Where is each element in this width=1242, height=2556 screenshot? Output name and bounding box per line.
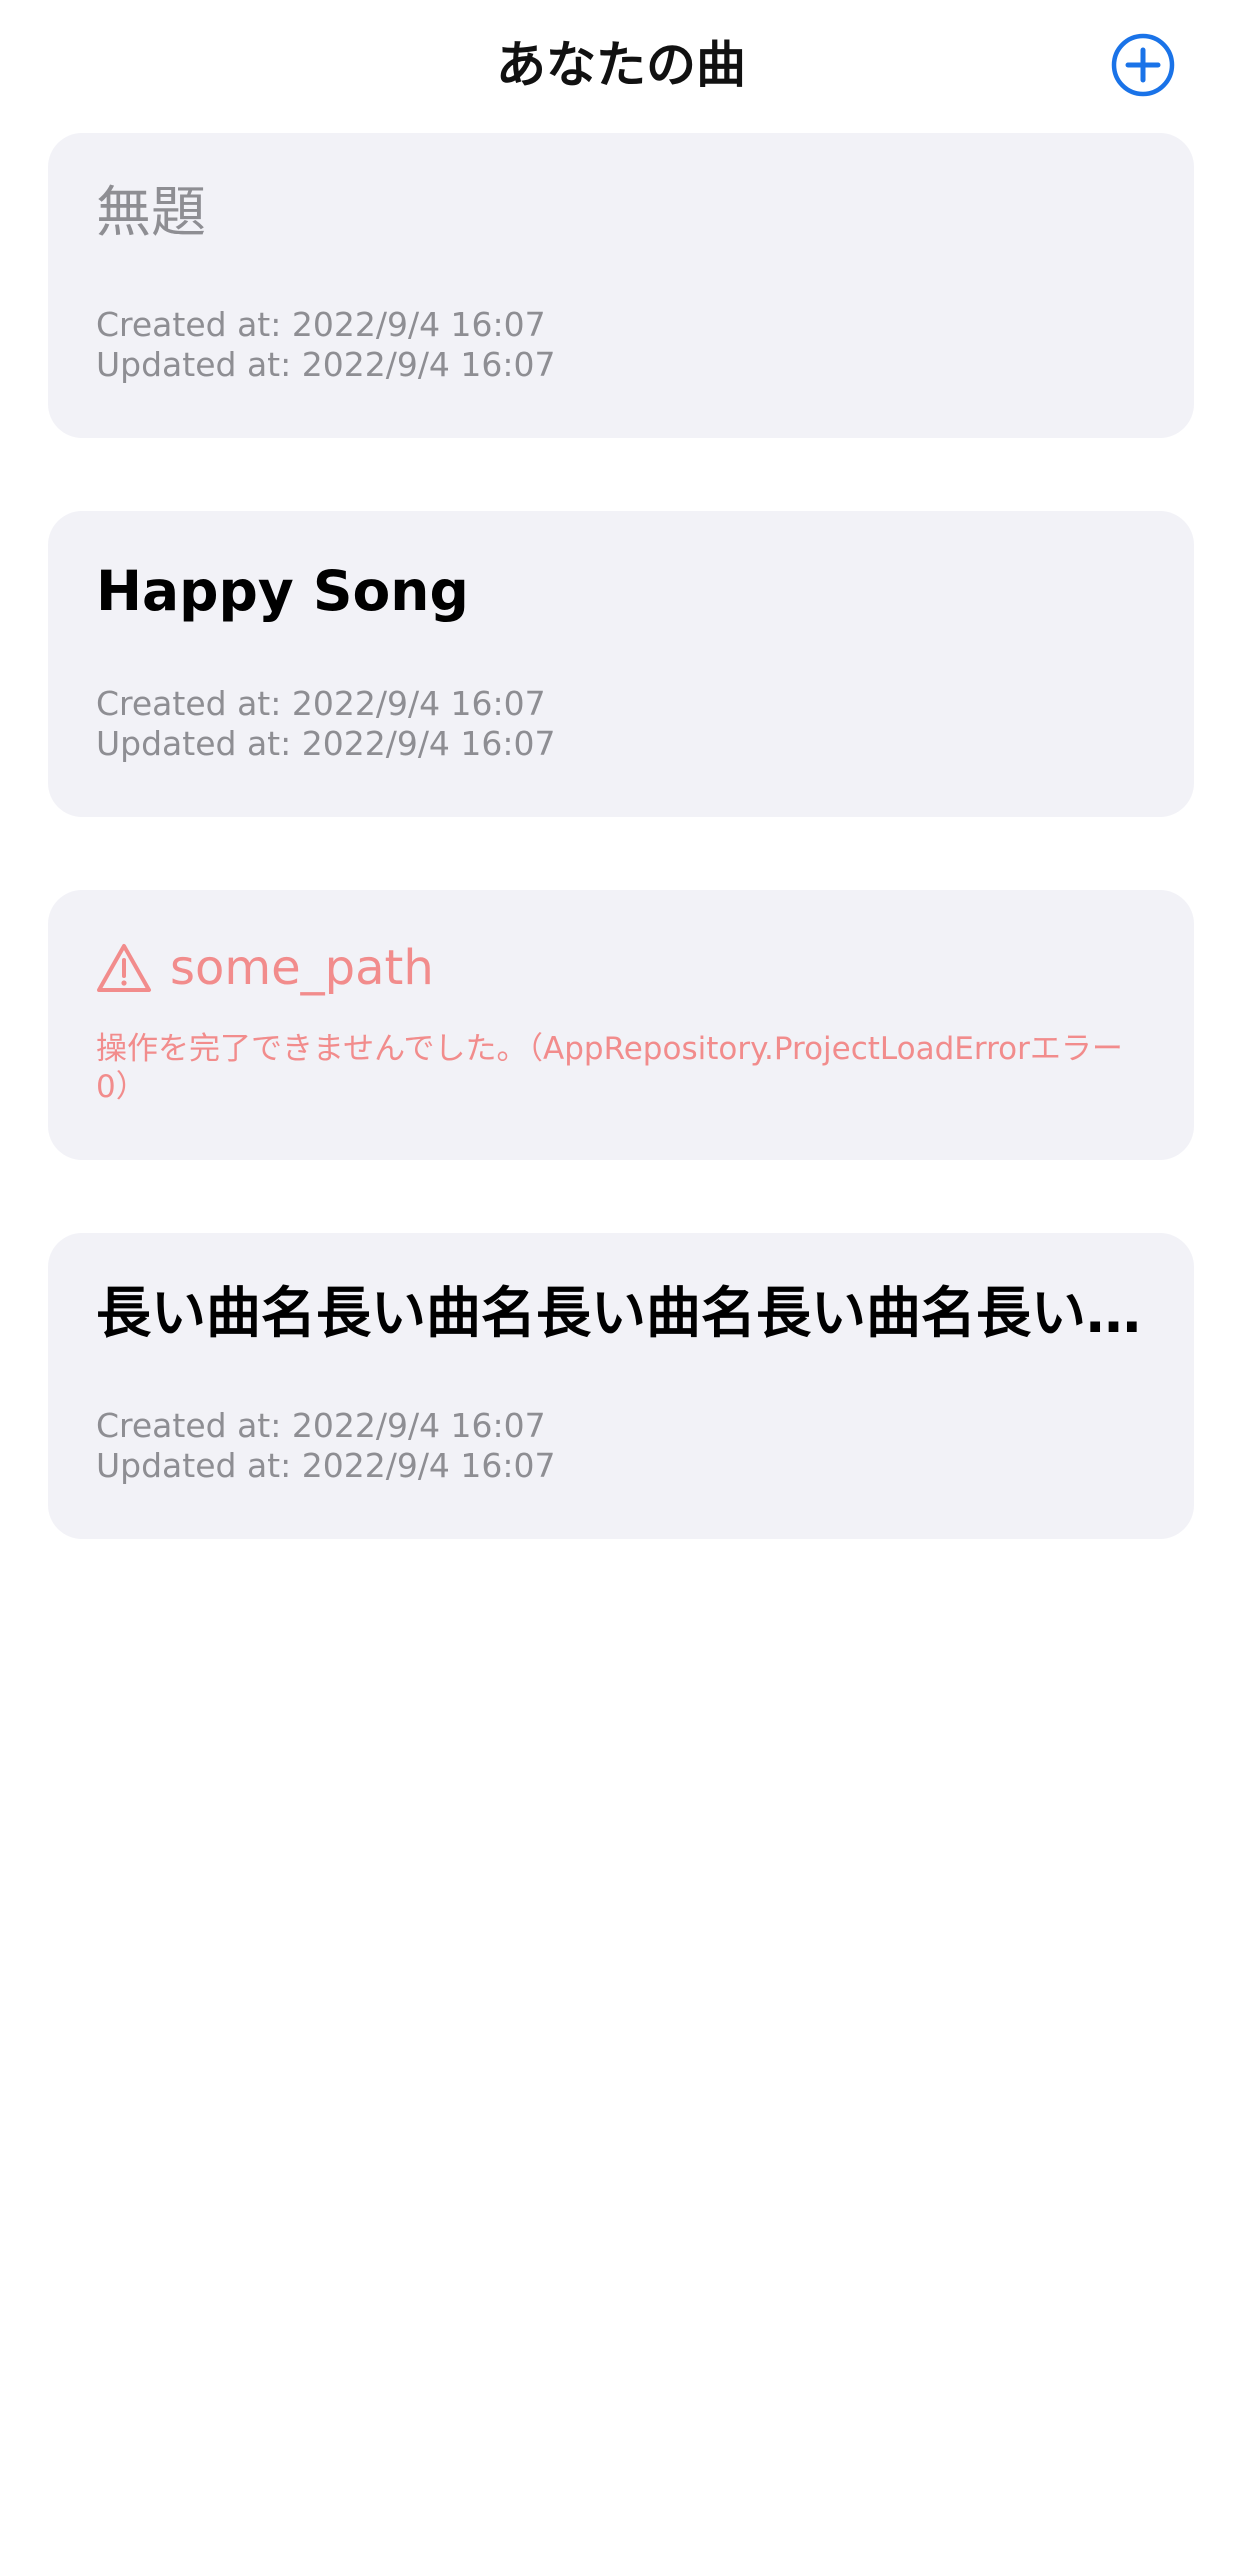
song-title: Happy Song — [96, 559, 469, 623]
error-path: some_path — [170, 940, 434, 996]
error-song-card[interactable]: some_path 操作を完了できませんでした。（AppRepository.P… — [48, 890, 1194, 1160]
created-at: Created at: 2022/9/4 16:07 — [96, 684, 546, 723]
add-song-button[interactable] — [1111, 33, 1175, 97]
warning-triangle-icon — [96, 942, 152, 994]
song-title: 長い曲名長い曲名長い曲名長い曲名長い… — [96, 1281, 1142, 1345]
song-card[interactable]: 長い曲名長い曲名長い曲名長い曲名長い… Created at: 2022/9/4… — [48, 1233, 1194, 1539]
song-dates: Created at: 2022/9/4 16:07 Updated at: 2… — [96, 305, 1146, 385]
page-title: あなたの曲 — [496, 36, 746, 94]
song-card[interactable]: 無題 Created at: 2022/9/4 16:07 Updated at… — [48, 133, 1194, 438]
updated-at: Updated at: 2022/9/4 16:07 — [96, 724, 556, 763]
created-at: Created at: 2022/9/4 16:07 — [96, 305, 546, 344]
updated-at: Updated at: 2022/9/4 16:07 — [96, 1446, 556, 1485]
song-title: 無題 — [96, 180, 207, 244]
error-message: 操作を完了できませんでした。（AppRepository.ProjectLoad… — [96, 1031, 1123, 1105]
updated-at: Updated at: 2022/9/4 16:07 — [96, 345, 556, 384]
song-dates: Created at: 2022/9/4 16:07 Updated at: 2… — [96, 1406, 1146, 1486]
song-dates: Created at: 2022/9/4 16:07 Updated at: 2… — [96, 684, 1146, 764]
song-card[interactable]: Happy Song Created at: 2022/9/4 16:07 Up… — [48, 511, 1194, 817]
plus-circle-icon — [1111, 33, 1175, 97]
navigation-bar: あなたの曲 — [0, 0, 1242, 130]
error-header: some_path — [96, 938, 1146, 998]
created-at: Created at: 2022/9/4 16:07 — [96, 1406, 546, 1445]
